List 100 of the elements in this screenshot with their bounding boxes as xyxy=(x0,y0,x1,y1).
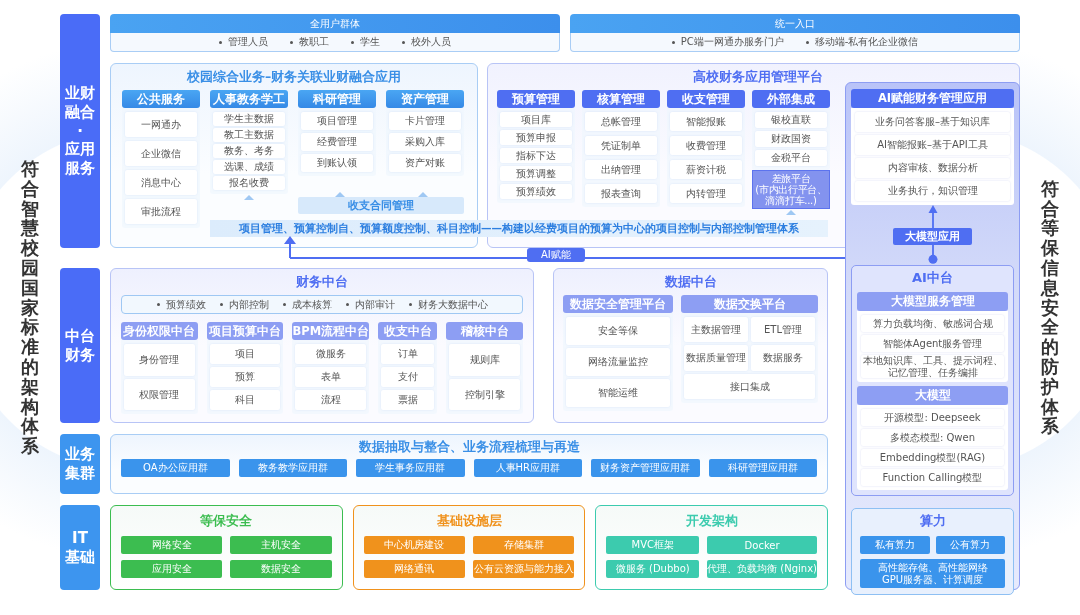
module-item: 企业微信 xyxy=(125,141,197,166)
section-title: 校园综合业务–财务关联业财融合应用 xyxy=(185,68,403,86)
section-title: 数据抽取与整合、业务流程梳理与再造 xyxy=(357,438,581,456)
module-item: 智能报账 xyxy=(670,112,742,131)
section-header: 全用户群体 xyxy=(110,14,560,33)
section-title: 开发架构 xyxy=(684,512,739,530)
module-item: 预算 xyxy=(209,367,281,387)
module-item: 接口集成 xyxy=(684,373,815,399)
module-item: 预算绩效 xyxy=(500,184,572,199)
module-item: 项目库 xyxy=(500,112,572,127)
module-item: 业务问答客服–基于知识库 xyxy=(855,112,1010,132)
list-item: 移动端-私有化企业微信 xyxy=(805,35,919,49)
module-item: 身份管理 xyxy=(124,344,195,376)
list-item: 预算绩效 xyxy=(156,297,206,312)
module-chip: OA办公应用群 xyxy=(121,459,230,477)
module-chip: MVC框架 xyxy=(606,536,700,554)
module-chip: 代理、负载均衡 (Nginx) xyxy=(707,560,817,578)
module-item: 业务执行，知识管理 xyxy=(855,181,1010,201)
module-chip: 中心机房建设 xyxy=(363,536,465,554)
module-chip: 科研管理应用群 xyxy=(708,459,817,477)
module-item: 教务、考务 xyxy=(213,144,285,158)
module-item: 智能运维 xyxy=(566,379,670,407)
list-item: 内部控制 xyxy=(219,297,269,312)
section-header: 统一入口 xyxy=(570,14,1020,33)
column-header: AI赋能财务管理应用 xyxy=(851,89,1014,108)
module-item: 预算申报 xyxy=(500,130,572,145)
module-item: 财政国资 xyxy=(755,131,827,147)
up-arrow-icon xyxy=(926,205,939,229)
module-item: 控制引擎 xyxy=(449,378,520,410)
module-item: 报名收费 xyxy=(213,176,285,190)
column-header: 收支中台 xyxy=(378,322,438,340)
module-item: 多模态模型: Qwen xyxy=(861,429,1004,446)
connector-line xyxy=(926,245,939,265)
column-header: 资产管理 xyxy=(386,90,464,108)
module-chip: 私有算力 xyxy=(860,536,930,554)
column-header: 公共服务 xyxy=(122,90,200,108)
column-header: 预算管理 xyxy=(497,90,575,108)
module-item: 经费管理 xyxy=(301,133,373,151)
module-item: 一网通办 xyxy=(125,112,197,137)
list-item: 财务大数据中心 xyxy=(408,297,488,312)
module-item: 数据质量管理 xyxy=(684,345,748,371)
module-chip: 网络通讯 xyxy=(363,560,465,578)
list-item: PC端一网通办服务门户 xyxy=(671,35,784,49)
column-header: 身份权限中台 xyxy=(121,322,198,340)
section-title: 财务中台 xyxy=(295,273,349,291)
module-item: 薪资计税 xyxy=(670,160,742,179)
module-item: 表单 xyxy=(295,367,367,387)
module-item: 预算调整 xyxy=(500,166,572,181)
module-chip: 财务资产管理应用群 xyxy=(591,459,700,477)
connector-label: 大模型应用 xyxy=(893,228,972,246)
module-item: 内转管理 xyxy=(670,184,742,203)
module-item: 资产对账 xyxy=(389,154,461,172)
triangle-icon xyxy=(244,195,254,200)
module-item: 指标下达 xyxy=(500,148,572,163)
module-item: 网络流量监控 xyxy=(566,348,670,376)
column-header: 外部集成 xyxy=(752,90,830,108)
module-chip: 人事HR应用群 xyxy=(473,459,582,477)
side-caption: 符合智慧校园国家标准的架构体系 xyxy=(21,159,39,456)
layer-label: 中台 财务 xyxy=(60,268,100,423)
connector-label: AI赋能 xyxy=(527,248,585,262)
layer-label: 业财 融合 · 应用 服务 xyxy=(60,14,100,248)
module-item: 审批流程 xyxy=(125,199,197,224)
list-item: 教职工 xyxy=(290,35,329,49)
module-chip: 数据安全 xyxy=(230,560,332,578)
module-chip: 应用安全 xyxy=(121,560,223,578)
section-title: 基础设施层 xyxy=(435,512,503,530)
module-item: 金税平台 xyxy=(755,150,827,166)
module-item: Embedding模型(RAG) xyxy=(861,449,1004,466)
module-item: 安全等保 xyxy=(566,317,670,345)
module-item: 主数据管理 xyxy=(684,317,748,343)
module-chip: 公有云资源与能力接入 xyxy=(473,560,575,578)
layer-label: 业务 集群 xyxy=(60,434,100,494)
module-item: 数据服务 xyxy=(751,345,815,371)
column-header: 收支管理 xyxy=(667,90,745,108)
module-item: 收费管理 xyxy=(670,136,742,155)
column-header: 大模型服务管理 xyxy=(857,292,1008,311)
list-item: 内部审计 xyxy=(345,297,395,312)
module-item: 项目 xyxy=(209,344,281,364)
module-item: 科目 xyxy=(209,390,281,410)
module-item: 订单 xyxy=(381,344,435,364)
travel-item: 差旅平台 (市内出行平台、 滴滴打车...) xyxy=(752,170,830,209)
module-chip: 教务教学应用群 xyxy=(238,459,347,477)
module-item: AI智能报账–基于API工具 xyxy=(855,135,1010,155)
module-item: 支付 xyxy=(381,367,435,387)
module-item: 项目管理 xyxy=(301,112,373,130)
section-title: 算力 xyxy=(918,512,947,530)
module-item: 到账认领 xyxy=(301,154,373,172)
module-item: 采购入库 xyxy=(389,133,461,151)
triangle-icon xyxy=(786,210,796,215)
module-item: 报表查询 xyxy=(585,184,657,203)
module-item: 卡片管理 xyxy=(389,112,461,130)
module-item: 权限管理 xyxy=(124,378,195,410)
module-item: 规则库 xyxy=(449,344,520,376)
module-item: 本地知识库、工具、提示词程、记忆管理、任务编排 xyxy=(861,355,1004,378)
module-item: 凭证制单 xyxy=(585,136,657,155)
module-chip: Docker xyxy=(707,536,817,554)
side-caption: 符合等保信息安全的防护体系 xyxy=(1041,178,1059,437)
list-item: 校外人员 xyxy=(402,35,451,49)
module-chip: 公有算力 xyxy=(935,536,1005,554)
column-header: 科研管理 xyxy=(298,90,376,108)
